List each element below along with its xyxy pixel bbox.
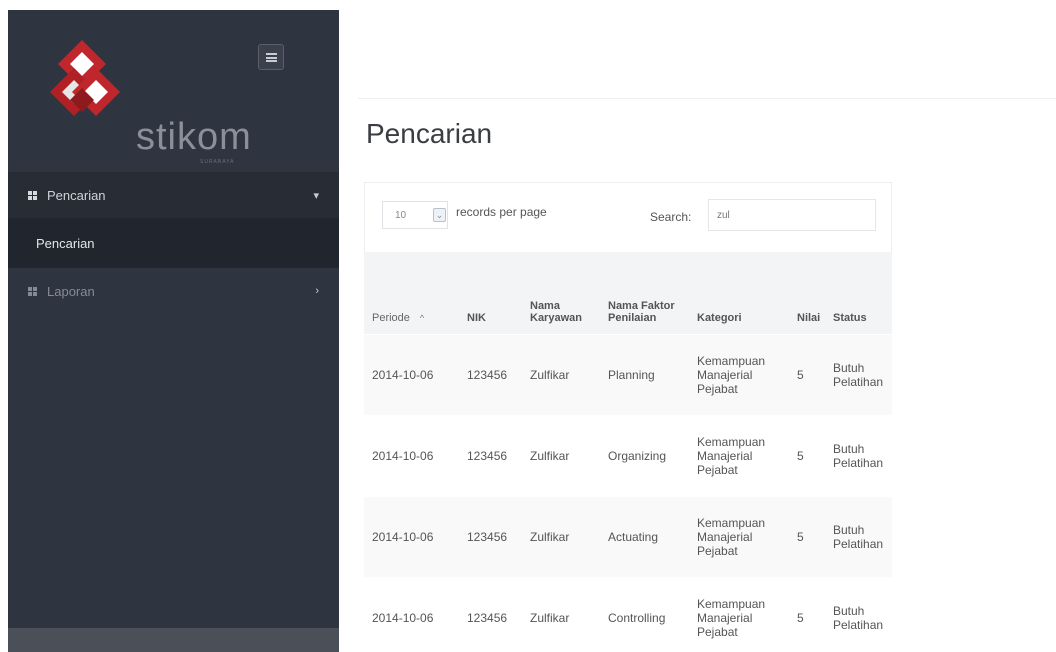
menu-toggle-button[interactable]: [258, 44, 284, 70]
sidebar-subitem-pencarian[interactable]: Pencarian: [8, 218, 339, 268]
sidebar: stikom SURABAYA Pencarian ▾ Pencarian La…: [8, 10, 339, 652]
chevron-down-icon: ⌄: [433, 208, 446, 222]
stikom-logo[interactable]: stikom SURABAYA: [48, 38, 251, 165]
cell-status: Butuh Pelatihan: [827, 576, 892, 652]
search-label: Search:: [650, 210, 692, 224]
page-length-dropdown[interactable]: ⌄: [431, 201, 448, 229]
cell-nilai: 5: [791, 414, 827, 496]
page-length-value: 10: [395, 209, 407, 221]
cell-periode: 2014-10-06: [364, 576, 461, 652]
cell-status: Butuh Pelatihan: [827, 495, 892, 577]
cell-nik: 123456: [461, 414, 524, 496]
column-header-kategori[interactable]: Kategori: [691, 252, 791, 334]
logo-subtext: SURABAYA: [200, 159, 235, 165]
grid-icon: [28, 190, 37, 200]
cell-periode: 2014-10-06: [364, 333, 461, 415]
cell-nik: 123456: [461, 495, 524, 577]
column-header-nama-karyawan[interactable]: Nama Karyawan: [524, 252, 602, 334]
cell-nama-karyawan: Zulfikar: [524, 333, 602, 415]
search-input[interactable]: [708, 199, 876, 231]
cell-status: Butuh Pelatihan: [827, 414, 892, 496]
cell-status: Butuh Pelatihan: [827, 333, 892, 415]
grid-icon: [28, 286, 37, 296]
cell-kategori: Kemampuan Manajerial Pejabat: [691, 333, 791, 415]
cell-nama-karyawan: Zulfikar: [524, 576, 602, 652]
sidebar-item-label: Laporan: [47, 283, 95, 299]
cell-nama-karyawan: Zulfikar: [524, 495, 602, 577]
header-divider: [358, 98, 1056, 99]
sidebar-item-pencarian[interactable]: Pencarian ▾: [8, 172, 339, 218]
cell-kategori: Kemampuan Manajerial Pejabat: [691, 576, 791, 652]
chevron-right-icon: ›: [315, 285, 319, 297]
cell-nilai: 5: [791, 495, 827, 577]
table-header-row: Periode ^ NIK Nama Karyawan Nama Faktor P…: [364, 252, 892, 334]
sidebar-footer-band: [8, 628, 339, 652]
cell-nama-karyawan: Zulfikar: [524, 414, 602, 496]
cell-nilai: 5: [791, 333, 827, 415]
cell-nik: 123456: [461, 333, 524, 415]
sidebar-header: stikom SURABAYA: [8, 10, 339, 170]
cell-nilai: 5: [791, 576, 827, 652]
table-row: 2014-10-06 123456 Zulfikar Organizing Ke…: [364, 414, 892, 496]
sidebar-item-label: Pencarian: [47, 187, 106, 203]
cell-nik: 123456: [461, 576, 524, 652]
cell-faktor: Actuating: [602, 495, 691, 577]
column-header-nama-faktor[interactable]: Nama Faktor Penilaian: [602, 252, 691, 334]
chevron-down-icon: ▾: [313, 189, 319, 202]
column-header-nik[interactable]: NIK: [461, 252, 524, 334]
results-table: Periode ^ NIK Nama Karyawan Nama Faktor P…: [364, 252, 892, 652]
records-per-page-label: records per page: [456, 205, 547, 219]
page-title: Pencarian: [366, 118, 493, 149]
column-header-status[interactable]: Status: [827, 252, 892, 334]
column-header-nilai[interactable]: Nilai: [791, 252, 827, 334]
cell-kategori: Kemampuan Manajerial Pejabat: [691, 414, 791, 496]
logo-text: stikom: [136, 116, 252, 158]
sidebar-subitem-label: Pencarian: [36, 235, 95, 251]
table-row: 2014-10-06 123456 Zulfikar Controlling K…: [364, 576, 892, 652]
table-row: 2014-10-06 123456 Zulfikar Actuating Kem…: [364, 495, 892, 577]
sidebar-item-laporan[interactable]: Laporan ›: [8, 268, 339, 314]
cell-faktor: Organizing: [602, 414, 691, 496]
cell-periode: 2014-10-06: [364, 495, 461, 577]
cell-kategori: Kemampuan Manajerial Pejabat: [691, 495, 791, 577]
cell-faktor: Planning: [602, 333, 691, 415]
table-row: 2014-10-06 123456 Zulfikar Planning Kema…: [364, 333, 892, 415]
cell-periode: 2014-10-06: [364, 414, 461, 496]
cell-faktor: Controlling: [602, 576, 691, 652]
hamburger-icon: [266, 53, 277, 62]
sort-asc-icon: ^: [419, 312, 425, 323]
column-header-periode[interactable]: Periode ^: [364, 252, 461, 334]
